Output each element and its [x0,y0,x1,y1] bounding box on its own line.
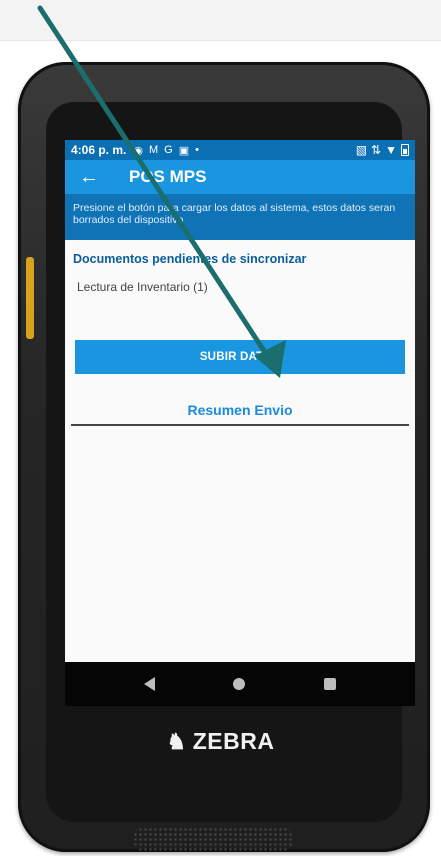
summary-title: Resumen Envio [187,402,293,418]
list-item: Lectura de Inventario (1) [77,280,208,294]
brand-name: ZEBRA [192,728,275,754]
battery-icon [401,144,409,156]
nav-recents-icon[interactable] [323,678,336,690]
signal-icon: ⇅ [371,143,382,157]
device-side-button [26,257,34,339]
dot-icon: • [195,144,199,156]
device-speaker-grill [133,827,293,851]
chrome-icon: ◉ [133,144,143,157]
status-time: 4:06 p. m. [71,143,127,157]
brand-logo: ♞ ZEBRA [0,728,441,755]
status-right-icons: ▧ ⇅ ▼ [356,143,409,157]
device-screen: 4:06 p. m. ◉ M G ▣ • ▧ ⇅ ▼ ← POS MPS Pre… [65,140,415,662]
android-nav-bar [65,662,415,706]
app-title: POS MPS [129,167,207,186]
zebra-head-icon: ♞ [166,728,187,754]
app-bar: ← POS MPS [65,160,415,194]
google-icon: G [164,144,173,156]
wifi-icon: ▼ [385,143,397,157]
message-icon: ▣ [178,144,190,157]
arrow-left-icon[interactable]: ← [79,166,99,189]
summary-divider [71,424,409,426]
instruction-banner: Presione el botón para cargar los datos … [65,194,415,240]
upload-data-button[interactable]: SUBIR DATOS [75,340,405,374]
nav-home-icon[interactable] [233,678,246,690]
nav-back-icon[interactable] [144,677,156,691]
pending-documents-title: Documentos pendientes de sincronizar [73,252,307,266]
gmail-icon: M [148,144,159,156]
status-bar: 4:06 p. m. ◉ M G ▣ • ▧ ⇅ ▼ [65,140,415,160]
browser-top-bar [0,0,441,41]
cast-icon: ▧ [355,143,368,157]
